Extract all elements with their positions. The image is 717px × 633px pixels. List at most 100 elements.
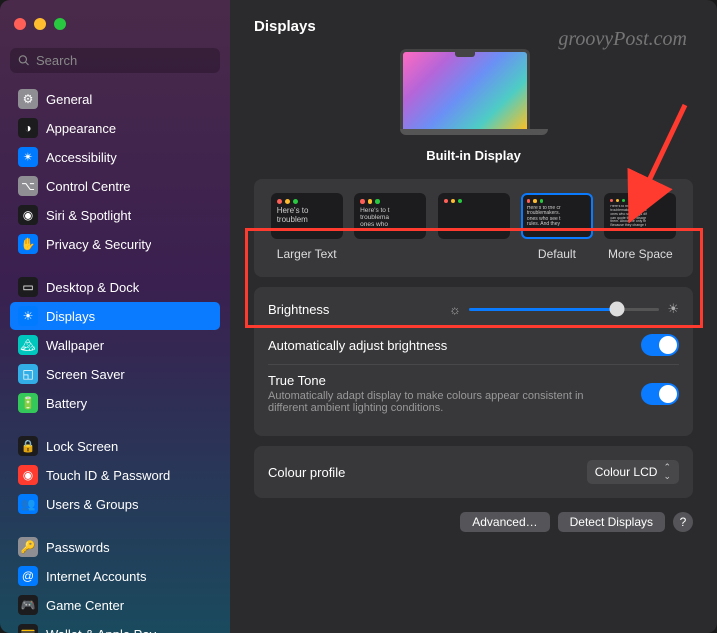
sidebar-item-label: General [46,92,92,107]
sidebar-item-screen-saver[interactable]: ◱ Screen Saver [10,360,220,388]
resolution-label: More Space [608,247,673,263]
sidebar-item-label: Control Centre [46,179,131,194]
game-center-icon: 🎮 [18,595,38,615]
truetone-toggle[interactable] [641,383,679,405]
resolution-thumb: Here's to troublem [271,193,343,239]
sidebar-item-label: Siri & Spotlight [46,208,131,223]
sidebar-item-label: Wallet & Apple Pay [46,627,156,633]
wallet-apple-pay-icon: 💳 [18,624,38,633]
close-button[interactable] [14,18,26,30]
sidebar-item-wallpaper[interactable]: 🏔 Wallpaper [10,331,220,359]
sidebar-item-label: Wallpaper [46,338,104,353]
touch-id-password-icon: ◉ [18,465,38,485]
resolution-option-3[interactable]: Here's to the cr troublemakers. ones who… [518,193,595,263]
sidebar-item-label: Users & Groups [46,497,138,512]
sidebar-item-label: Appearance [46,121,116,136]
sidebar-item-label: Game Center [46,598,124,613]
sidebar-item-users-groups[interactable]: 👥 Users & Groups [10,490,220,518]
wallpaper-icon: 🏔 [18,335,38,355]
users-groups-icon: 👥 [18,494,38,514]
sidebar-item-desktop-dock[interactable]: ▭ Desktop & Dock [10,273,220,301]
color-profile-section: Colour profile Colour LCD ⌃⌄ [254,446,693,498]
resolution-section: Here's to troublemLarger TextHere's to t… [254,179,693,277]
desktop-dock-icon: ▭ [18,277,38,297]
sidebar: ⚙ General ◑ Appearance ✴ Accessibility ⌥ Contro… [0,0,230,633]
resolution-thumb: Here's to the crazy one troublemakers. T… [604,193,676,239]
resolution-option-0[interactable]: Here's to troublem Larger Text [268,193,345,263]
sidebar-item-label: Battery [46,396,87,411]
sidebar-item-wallet-apple-pay[interactable]: 💳 Wallet & Apple Pay [10,620,220,633]
resolution-option-4[interactable]: Here's to the crazy one troublemakers. T… [602,193,679,263]
sidebar-item-label: Privacy & Security [46,237,151,252]
sidebar-item-label: Displays [46,309,95,324]
displays-icon: ☀ [18,306,38,326]
auto-brightness-toggle[interactable] [641,334,679,356]
minimize-button[interactable] [34,18,46,30]
advanced-button[interactable]: Advanced… [460,512,549,532]
sidebar-item-passwords[interactable]: 🔑 Passwords [10,533,220,561]
truetone-label: True Tone [268,373,618,388]
resolution-option-2[interactable] [435,193,512,263]
passwords-icon: 🔑 [18,537,38,557]
sidebar-item-label: Internet Accounts [46,569,146,584]
sidebar-item-game-center[interactable]: 🎮 Game Center [10,591,220,619]
resolution-label: Larger Text [277,247,337,263]
display-name: Built-in Display [254,148,693,163]
sidebar-item-siri-spotlight[interactable]: ◉ Siri & Spotlight [10,201,220,229]
sidebar-item-battery[interactable]: 🔋Battery [10,389,220,417]
laptop-icon [400,49,548,135]
search-input[interactable] [36,53,212,68]
window-controls [0,10,230,44]
sidebar-item-label: Passwords [46,540,110,555]
sidebar-item-label: Touch ID & Password [46,468,170,483]
display-preview: Built-in Display [254,49,693,163]
sidebar-item-lock-screen[interactable]: 🔒 Lock Screen [10,432,220,460]
sidebar-item-displays[interactable]: ☀ Displays [10,302,220,330]
chevron-updown-icon: ⌃⌄ [663,463,671,481]
page-title: Displays [254,18,693,35]
color-profile-popup[interactable]: Colour LCD ⌃⌄ [587,460,679,484]
sidebar-item-appearance[interactable]: ◑ Appearance [10,114,220,142]
screen-saver-icon: ◱ [18,364,38,384]
auto-brightness-label: Automatically adjust brightness [268,338,447,353]
sidebar-item-label: Screen Saver [46,367,125,382]
maximize-button[interactable] [54,18,66,30]
color-profile-label: Colour profile [268,465,345,480]
brightness-control: ☼ ☀ [449,301,679,317]
brightness-label: Brightness [268,302,329,317]
sun-large-icon: ☀ [667,301,679,317]
accessibility-icon: ✴ [18,147,38,167]
sidebar-item-control-centre[interactable]: ⌥ Control Centre [10,172,220,200]
internet-accounts-icon: @ [18,566,38,586]
sidebar-item-label: Desktop & Dock [46,280,139,295]
sidebar-item-label: Lock Screen [46,439,118,454]
resolution-thumb: Here's to the cr troublemakers. ones who… [521,193,593,239]
sidebar-item-touch-id-password[interactable]: ◉ Touch ID & Password [10,461,220,489]
search-icon [18,54,30,67]
general-icon: ⚙ [18,89,38,109]
help-button[interactable]: ? [673,512,693,532]
privacy-security-icon: ✋ [18,234,38,254]
lock-screen-icon: 🔒 [18,436,38,456]
sun-small-icon: ☼ [449,302,461,317]
resolution-thumb [438,193,510,239]
sidebar-item-internet-accounts[interactable]: @ Internet Accounts [10,562,220,590]
siri-spotlight-icon: ◉ [18,205,38,225]
detect-displays-button[interactable]: Detect Displays [558,512,665,532]
brightness-section: Brightness ☼ ☀ Automatically adjust brig… [254,287,693,436]
resolution-option-1[interactable]: Here's to t troublema ones who [351,193,428,263]
footer-buttons: Advanced… Detect Displays ? [254,512,693,532]
main-panel: Displays Built-in Display Here's to trou… [230,0,717,633]
color-profile-value: Colour LCD [595,465,658,479]
search-box[interactable] [10,48,220,73]
resolution-label: Default [538,247,576,263]
brightness-slider[interactable] [469,308,659,311]
control-centre-icon: ⌥ [18,176,38,196]
appearance-icon: ◑ [18,118,38,138]
truetone-description: Automatically adapt display to make colo… [268,390,618,414]
sidebar-item-privacy-security[interactable]: ✋ Privacy & Security [10,230,220,258]
resolution-thumb: Here's to t troublema ones who [354,193,426,239]
sidebar-item-label: Accessibility [46,150,117,165]
sidebar-item-general[interactable]: ⚙ General [10,85,220,113]
sidebar-item-accessibility[interactable]: ✴ Accessibility [10,143,220,171]
